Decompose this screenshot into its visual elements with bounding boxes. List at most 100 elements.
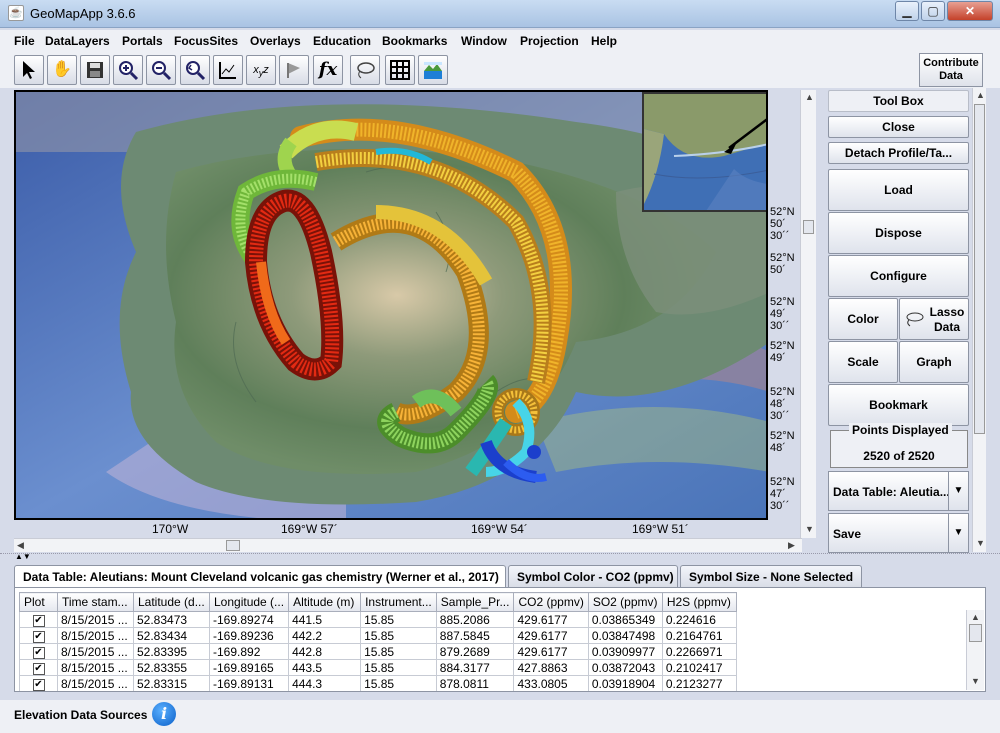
panel-splitter[interactable]: ▲▼ [0, 552, 1000, 563]
menu-projection[interactable]: Projection [520, 34, 579, 48]
detach-profile-button[interactable]: Detach Profile/Ta... [828, 142, 969, 164]
xyz-icon[interactable]: xyz [246, 55, 276, 85]
col-longitude[interactable]: Longitude (... [208, 592, 290, 612]
tab-symbol-color[interactable]: Symbol Color - CO2 (ppmv) [508, 565, 678, 587]
contribute-data-button[interactable]: Contribute Data [919, 53, 983, 87]
plot-checkbox-cell[interactable]: ✔ [19, 643, 58, 660]
plot-checkbox[interactable]: ✔ [32, 647, 45, 659]
scale-button[interactable]: Scale [828, 341, 898, 383]
zoom-out-icon[interactable] [146, 55, 176, 85]
pan-hand-icon[interactable]: ✋ [47, 55, 77, 85]
map-hscroll-thumb[interactable] [226, 540, 240, 551]
graph-profile-icon[interactable] [213, 55, 243, 85]
scroll-down-arrow-icon[interactable]: ▼ [805, 524, 814, 534]
menu-focussites[interactable]: FocusSites [174, 34, 238, 48]
save-select[interactable]: Save ▼ [828, 513, 969, 553]
plot-checkbox[interactable]: ✔ [32, 631, 45, 643]
zoom-back-icon[interactable] [180, 55, 210, 85]
table-row[interactable]: ✔ 8/15/2015 ... 52.83434 -169.89236 442.2 15.… [19, 627, 737, 644]
plot-checkbox-cell[interactable]: ✔ [19, 611, 58, 628]
layers-icon[interactable] [418, 55, 448, 85]
table-cell: -169.89165 [208, 659, 290, 676]
map-vscroll-thumb[interactable] [803, 220, 814, 234]
scroll-down-arrow-icon[interactable]: ▼ [976, 538, 985, 548]
col-h2s[interactable]: H2S (ppmv) [661, 592, 737, 612]
menu-help[interactable]: Help [591, 34, 617, 48]
menu-portals[interactable]: Portals [122, 34, 163, 48]
table-cell: 0.2123277 [661, 675, 737, 691]
col-instrument[interactable]: Instrument... [360, 592, 437, 612]
lasso-data-button[interactable]: Lasso Data [899, 298, 969, 340]
overview-inset-map[interactable] [642, 92, 766, 212]
table-scrollbar[interactable]: ▲ ▼ [966, 610, 984, 690]
menu-bookmarks[interactable]: Bookmarks [382, 34, 447, 48]
flag-icon[interactable] [279, 55, 309, 85]
tab-data-table[interactable]: Data Table: Aleutians: Mount Cleveland v… [14, 565, 506, 587]
table-cell: 887.5845 [435, 627, 515, 644]
menu-file[interactable]: File [14, 34, 35, 48]
map-vertical-scrollbar[interactable]: ▲ ▼ [800, 90, 816, 538]
map-view[interactable] [14, 90, 768, 520]
info-icon[interactable]: i [152, 702, 176, 726]
scroll-up-arrow-icon[interactable]: ▲ [805, 92, 814, 102]
minimize-button[interactable]: ▁ [895, 1, 919, 21]
plot-checkbox[interactable]: ✔ [32, 615, 45, 627]
color-button[interactable]: Color [828, 298, 898, 340]
chevron-down-icon[interactable]: ▼ [948, 514, 968, 552]
plot-checkbox-cell[interactable]: ✔ [19, 659, 58, 676]
table-row[interactable]: ✔ 8/15/2015 ... 52.83315 -169.89131 444.3 15.… [19, 675, 737, 691]
table-cell: 52.83434 [133, 627, 210, 644]
table-cell: 0.2102417 [661, 659, 737, 676]
data-table-select[interactable]: Data Table: Aleutia... ▼ [828, 471, 969, 511]
menu-education[interactable]: Education [313, 34, 371, 48]
menu-window[interactable]: Window [461, 34, 507, 48]
scroll-down-arrow-icon[interactable]: ▼ [971, 676, 980, 686]
select-arrow-icon[interactable] [14, 55, 44, 85]
save-icon[interactable] [80, 55, 110, 85]
plot-checkbox-cell[interactable]: ✔ [19, 675, 58, 691]
table-cell: 441.5 [288, 611, 362, 628]
graph-button[interactable]: Graph [899, 341, 969, 383]
close-toolbox-button[interactable]: Close [828, 116, 969, 138]
bookmark-button[interactable]: Bookmark [828, 384, 969, 426]
chevron-down-icon[interactable]: ▼ [948, 472, 968, 510]
plot-checkbox[interactable]: ✔ [32, 679, 45, 691]
table-scroll-thumb[interactable] [969, 624, 982, 642]
grid-icon[interactable] [385, 55, 415, 85]
collapse-arrow-icon[interactable]: ▲▼ [15, 552, 31, 561]
function-icon[interactable]: fx [313, 55, 343, 85]
plot-checkbox[interactable]: ✔ [32, 663, 45, 675]
col-latitude[interactable]: Latitude (d... [133, 592, 210, 612]
col-plot[interactable]: Plot [19, 592, 58, 612]
table-cell: -169.892 [208, 643, 290, 660]
table-row[interactable]: ✔ 8/15/2015 ... 52.83473 -169.89274 441.5 15.… [19, 611, 737, 628]
toolbox-scrollbar[interactable]: ▲ ▼ [972, 88, 986, 552]
scroll-right-arrow-icon[interactable]: ▶ [788, 540, 795, 551]
col-altitude[interactable]: Altitude (m) [288, 592, 362, 612]
maximize-button[interactable]: ▢ [921, 1, 945, 21]
table-cell: 52.83355 [133, 659, 210, 676]
map-horizontal-scrollbar[interactable]: ◀ ▶ [14, 538, 802, 552]
scroll-up-arrow-icon[interactable]: ▲ [976, 90, 985, 100]
close-window-button[interactable]: ✕ [947, 1, 993, 21]
dispose-button[interactable]: Dispose [828, 212, 969, 254]
lasso-icon[interactable] [350, 55, 380, 85]
configure-button[interactable]: Configure [828, 255, 969, 297]
scroll-up-arrow-icon[interactable]: ▲ [971, 612, 980, 622]
menu-datalayers[interactable]: DataLayers [45, 34, 110, 48]
col-sample-pressure[interactable]: Sample_Pr... [435, 592, 515, 612]
table-row[interactable]: ✔ 8/15/2015 ... 52.83395 -169.892 442.8 15.85… [19, 643, 737, 660]
menu-bar: File DataLayers Portals FocusSites Overl… [0, 30, 1000, 52]
zoom-in-icon[interactable] [113, 55, 143, 85]
col-so2[interactable]: SO2 (ppmv) [587, 592, 663, 612]
plot-checkbox-cell[interactable]: ✔ [19, 627, 58, 644]
col-co2[interactable]: CO2 (ppmv) [513, 592, 589, 612]
tab-symbol-size[interactable]: Symbol Size - None Selected [680, 565, 862, 587]
menu-overlays[interactable]: Overlays [250, 34, 301, 48]
load-button[interactable]: Load [828, 169, 969, 211]
col-timestamp[interactable]: Time stam... [57, 592, 134, 612]
scroll-left-arrow-icon[interactable]: ◀ [17, 540, 24, 551]
toolbox-scroll-thumb[interactable] [974, 104, 985, 434]
elevation-data-sources-label[interactable]: Elevation Data Sources [14, 708, 147, 722]
table-row[interactable]: ✔ 8/15/2015 ... 52.83355 -169.89165 443.5 15.… [19, 659, 737, 676]
